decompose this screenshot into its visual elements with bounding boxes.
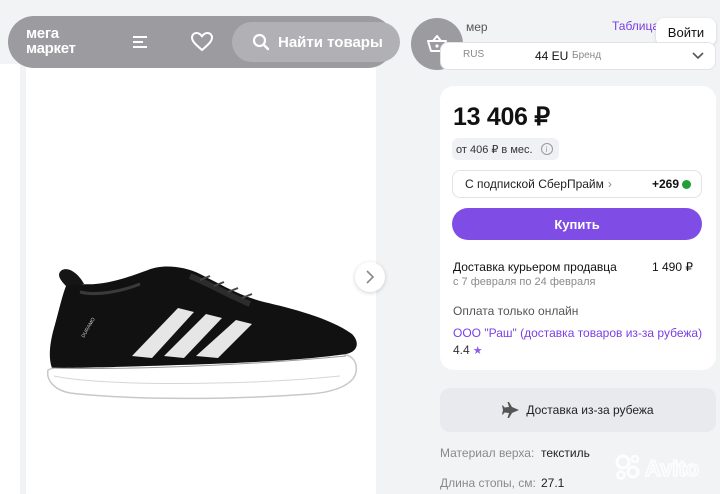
previous-image-strip[interactable]: [0, 64, 20, 494]
search-icon: [252, 33, 270, 51]
megamarket-logo[interactable]: мега маркет: [26, 26, 76, 56]
info-icon: i: [540, 143, 553, 155]
installment-text: от 406 ₽ в мес.: [456, 143, 533, 156]
size-value: 44 EU: [535, 49, 569, 63]
chevron-right-icon: ›: [607, 177, 612, 191]
svg-text:Avito: Avito: [645, 456, 699, 481]
spec-label-foot-length: Длина стопы, см:: [440, 476, 536, 490]
search-button[interactable]: Найти товары: [232, 22, 400, 62]
price: 13 406 ₽: [453, 103, 550, 131]
spec-value-material: текстиль: [541, 446, 590, 460]
menu-icon[interactable]: [132, 33, 150, 51]
heart-icon[interactable]: [191, 32, 213, 52]
chevron-right-icon: [366, 270, 375, 284]
delivery-price: 1 490 ₽: [652, 260, 693, 274]
airplane-icon: [502, 402, 520, 418]
buy-button[interactable]: Купить: [452, 208, 702, 240]
seller-link[interactable]: ООО "Раш" (доставка товаров из-за рубежа…: [453, 326, 702, 340]
abroad-delivery-button[interactable]: Доставка из-за рубежа: [440, 388, 716, 432]
bonus-badge: +269: [652, 177, 691, 191]
sber-bonus-icon: [682, 179, 691, 189]
search-button-label: Найти товары: [278, 33, 383, 51]
page: DURAMO мега маркет Найти товары мер Табл…: [0, 0, 720, 494]
price-card: 13 406 ₽ от 406 ₽ в мес. i С подпиской С…: [440, 86, 716, 370]
payment-note: Оплата только онлайн: [453, 304, 579, 318]
spec-label-material: Материал верха:: [440, 446, 535, 460]
product-image: DURAMO: [46, 266, 358, 400]
gallery-next-button[interactable]: [355, 262, 385, 292]
bonus-value: +269: [651, 177, 679, 191]
abroad-delivery-label: Доставка из-за рубежа: [526, 403, 654, 417]
installment-badge[interactable]: от 406 ₽ в мес. i: [452, 138, 559, 160]
size-label: мер: [466, 20, 488, 34]
subscription-label: С подпиской СберПрайм: [465, 177, 604, 191]
avito-watermark: Avito: [615, 454, 700, 482]
size-select[interactable]: RUS 44 EU Бренд: [440, 42, 716, 70]
size-system: RUS: [463, 49, 485, 60]
header-bar: мега маркет Найти товары: [8, 16, 400, 68]
subscription-row[interactable]: С подпиской СберПрайм › +269: [452, 170, 702, 198]
size-brand-label: Бренд: [572, 50, 602, 61]
seller-rating: 4.4 ★: [453, 343, 483, 357]
spec-value-foot-length: 27.1: [541, 476, 565, 490]
star-icon: ★: [472, 344, 483, 357]
size-table-link[interactable]: Таблица: [612, 19, 659, 33]
delivery-title: Доставка курьером продавца: [453, 260, 617, 274]
delivery-dates: с 7 февраля по 24 февраля: [453, 276, 596, 288]
rating-value: 4.4: [453, 343, 470, 357]
chevron-down-icon: [692, 52, 704, 60]
